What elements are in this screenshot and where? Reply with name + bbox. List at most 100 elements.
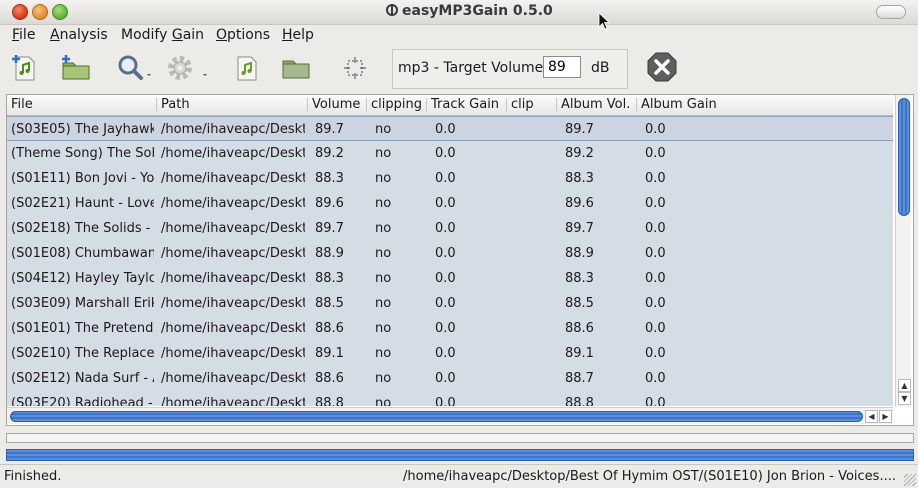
cell-volume: 88.3 <box>315 171 344 186</box>
cell-album-gain: 0.0 <box>645 346 666 361</box>
column-header-clipping[interactable]: clipping <box>371 97 422 112</box>
cell-volume: 89.7 <box>315 122 344 137</box>
cell-album-gain: 0.0 <box>645 296 666 311</box>
cell-path: /home/ihaveapc/Deskt <box>161 122 305 137</box>
table-row[interactable]: (S02E12) Nada Surf - A/home/ihaveapc/Des… <box>7 366 893 391</box>
cell-path: /home/ihaveapc/Deskt <box>161 296 305 311</box>
table-header: File Path Volume clipping Track Gain cli… <box>7 95 893 116</box>
add-folder-button[interactable] <box>60 52 92 84</box>
cell-track-gain: 0.0 <box>435 196 456 211</box>
menu-modify-gain[interactable]: Modify Gain <box>121 27 204 43</box>
cell-track-gain: 0.0 <box>435 171 456 186</box>
cell-track-gain: 0.0 <box>435 221 456 236</box>
cell-track-gain: 0.0 <box>435 146 456 161</box>
table-row[interactable]: (Theme Song) The Sol/home/ihaveapc/Deskt… <box>7 141 893 166</box>
maximize-window-button[interactable] <box>52 4 68 20</box>
clear-folder-button[interactable] <box>280 52 312 84</box>
file-progress-bar <box>6 433 914 443</box>
table-row[interactable]: (S04E12) Hayley Taylc/home/ihaveapc/Desk… <box>7 266 893 291</box>
menu-help[interactable]: Help <box>282 27 314 43</box>
app-icon <box>386 4 398 16</box>
status-message: Finished. <box>4 469 62 484</box>
table-row[interactable]: (S02E18) The Solids - /home/ihaveapc/Desk… <box>7 216 893 241</box>
cell-track-gain: 0.0 <box>435 321 456 336</box>
table-row[interactable]: (S01E01) The Pretende/home/ihaveapc/Desk… <box>7 316 893 341</box>
menu-analysis[interactable]: Analysis <box>50 27 108 43</box>
column-header-clip[interactable]: clip <box>511 97 534 112</box>
cell-file: (S03E05) The Jayhawk <box>11 122 154 137</box>
column-header-album-vol[interactable]: Album Vol. <box>561 97 630 112</box>
stop-icon[interactable] <box>646 51 678 83</box>
cell-album-gain: 0.0 <box>645 246 666 261</box>
table-row[interactable]: (S01E08) Chumbawan/home/ihaveapc/Deskt 88… <box>7 241 893 266</box>
table-row[interactable]: (S02E10) The Replacei/home/ihaveapc/Desk… <box>7 341 893 366</box>
column-separator[interactable] <box>156 98 157 112</box>
scroll-left-button[interactable]: ◀ <box>865 410 878 423</box>
target-volume-input[interactable] <box>543 56 581 78</box>
window-pill-button[interactable] <box>876 5 906 19</box>
minimize-window-button[interactable] <box>32 4 48 20</box>
scroll-down-button[interactable]: ▼ <box>898 392 911 405</box>
table-row[interactable]: (S03E20) Radiohead - /home/ihaveapc/Deskt… <box>7 391 893 406</box>
cell-album-gain: 0.0 <box>645 321 666 336</box>
column-separator[interactable] <box>307 98 308 112</box>
cell-file: (S01E11) Bon Jovi - Yo <box>11 171 154 186</box>
target-volume-group: mp3 - Target Volume: dB <box>392 49 628 89</box>
add-file-icon <box>12 55 35 81</box>
cell-track-gain: 0.0 <box>435 371 456 386</box>
column-separator[interactable] <box>636 98 637 112</box>
scroll-up-button[interactable]: ▲ <box>898 379 911 392</box>
cell-clipping: no <box>375 122 392 137</box>
vertical-scrollbar[interactable]: ▲ ▼ <box>895 95 911 407</box>
resize-grip[interactable] <box>904 474 916 486</box>
cell-track-gain: 0.0 <box>435 122 456 137</box>
total-progress-fill <box>7 450 913 460</box>
column-separator[interactable] <box>426 98 427 112</box>
column-header-file[interactable]: File <box>11 97 33 112</box>
cell-album-vol: 88.9 <box>565 246 594 261</box>
cell-path: /home/ihaveapc/Deskt <box>161 371 305 386</box>
menu-bar: File Analysis Modify Gain Options Help <box>0 25 918 45</box>
analyze-button[interactable] <box>115 52 155 84</box>
horizontal-scrollbar[interactable]: ◀ ▶ <box>7 407 893 424</box>
file-table[interactable]: File Path Volume clipping Track Gain cli… <box>6 94 914 426</box>
column-separator[interactable] <box>556 98 557 112</box>
column-header-volume[interactable]: Volume <box>312 97 360 112</box>
column-header-album-gain[interactable]: Album Gain <box>641 97 717 112</box>
cell-volume: 88.3 <box>315 271 344 286</box>
column-separator[interactable] <box>506 98 507 112</box>
cell-clipping: no <box>375 271 392 286</box>
cell-file: (S04E12) Hayley Taylc <box>11 271 154 286</box>
scroll-right-button[interactable]: ▶ <box>879 410 892 423</box>
cell-clipping: no <box>375 371 392 386</box>
close-window-button[interactable] <box>12 4 28 20</box>
cell-volume: 88.8 <box>315 396 344 406</box>
table-row[interactable]: (S01E11) Bon Jovi - Yo/home/ihaveapc/Des… <box>7 166 893 191</box>
cell-file: (S02E21) Haunt - Love <box>11 196 154 211</box>
horizontal-scroll-thumb[interactable] <box>10 411 863 422</box>
modify-gain-button[interactable] <box>165 52 211 84</box>
column-header-path[interactable]: Path <box>161 97 190 112</box>
menu-options[interactable]: Options <box>216 27 270 43</box>
select-all-button[interactable] <box>340 52 370 84</box>
menu-file[interactable]: File <box>12 27 35 43</box>
table-row[interactable]: (S02E21) Haunt - Love/home/ihaveapc/Desk… <box>7 191 893 216</box>
cell-album-vol: 88.3 <box>565 271 594 286</box>
cell-track-gain: 0.0 <box>435 271 456 286</box>
column-separator[interactable] <box>366 98 367 112</box>
table-row[interactable]: (S03E09) Marshall Erik/home/ihaveapc/Des… <box>7 291 893 316</box>
column-header-track-gain[interactable]: Track Gain <box>431 97 499 112</box>
add-file-button[interactable] <box>10 52 40 84</box>
cell-path: /home/ihaveapc/Deskt <box>161 396 305 406</box>
cell-album-vol: 89.6 <box>565 196 594 211</box>
cell-album-vol: 89.7 <box>565 122 594 137</box>
vertical-scroll-thumb[interactable] <box>898 98 910 216</box>
cell-album-vol: 88.3 <box>565 171 594 186</box>
window-title-text: easyMP3Gain 0.5.0 <box>402 3 553 19</box>
cell-path: /home/ihaveapc/Deskt <box>161 271 305 286</box>
cell-track-gain: 0.0 <box>435 346 456 361</box>
clear-file-button[interactable] <box>232 52 262 84</box>
toolbar: mp3 - Target Volume: dB <box>0 46 918 92</box>
table-row[interactable]: (S03E05) The Jayhawk/home/ihaveapc/Deskt… <box>7 116 893 141</box>
cell-volume: 89.2 <box>315 146 344 161</box>
